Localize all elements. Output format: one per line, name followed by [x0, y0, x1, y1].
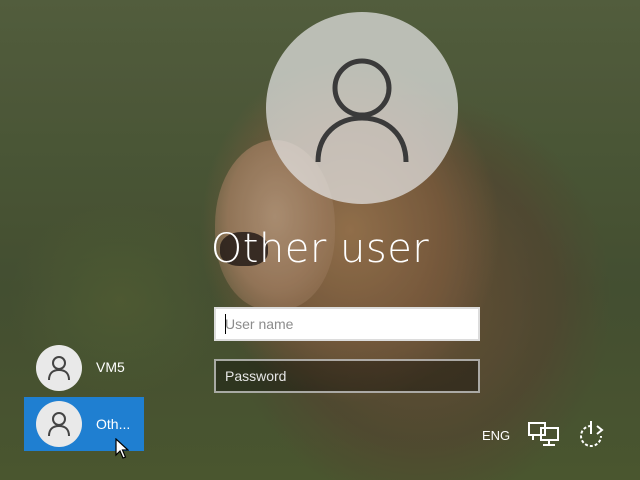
- language-indicator[interactable]: ENG: [482, 428, 510, 443]
- avatar: [36, 345, 82, 391]
- mouse-pointer-icon: [115, 438, 129, 459]
- user-tile-label: VM5: [96, 359, 125, 375]
- user-icon: [315, 58, 409, 163]
- power-icon[interactable]: [575, 419, 607, 449]
- network-icon[interactable]: [528, 420, 560, 448]
- selected-user-name: Other user: [210, 226, 430, 272]
- user-icon: [48, 356, 70, 381]
- text-caret: [225, 314, 226, 334]
- avatar: [36, 401, 82, 447]
- user-tile-label: Oth...: [96, 416, 131, 432]
- user-tile-vm5[interactable]: VM5: [24, 344, 144, 392]
- user-avatar-large: [266, 12, 458, 204]
- username-input[interactable]: [214, 307, 480, 341]
- user-icon: [48, 412, 70, 437]
- password-input[interactable]: [214, 359, 480, 393]
